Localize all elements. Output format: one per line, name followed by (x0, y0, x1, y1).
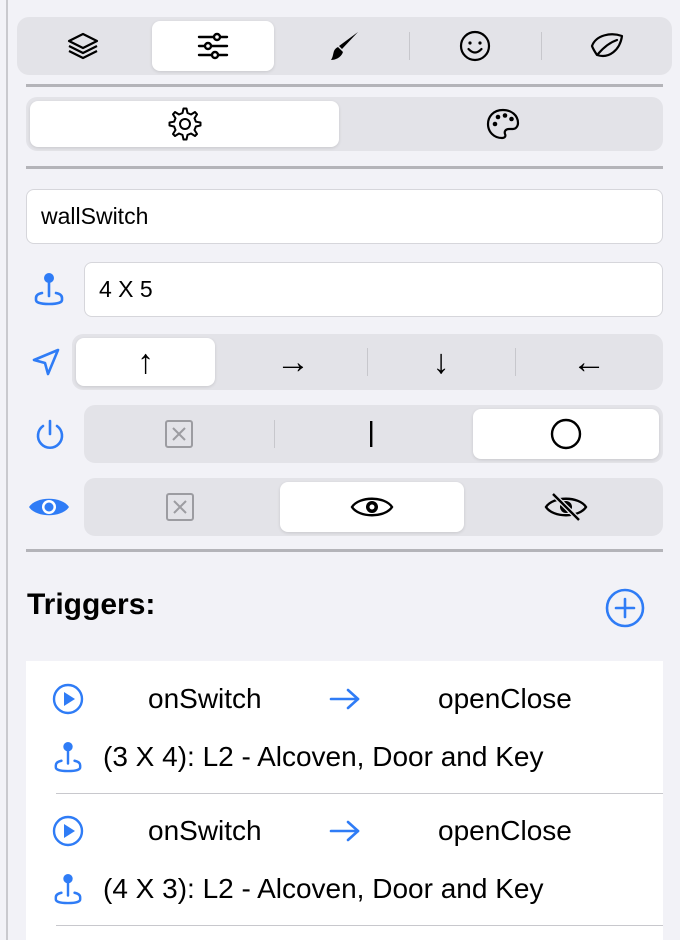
tab-settings[interactable] (30, 101, 339, 147)
power-on-button[interactable] (278, 409, 463, 459)
layers-icon (66, 29, 100, 63)
leaf-icon (589, 29, 625, 63)
arrow-right-icon (328, 819, 362, 843)
eye-slash-icon (544, 491, 588, 523)
power-icon (30, 415, 70, 455)
joystick-icon (28, 268, 70, 310)
row-separator (56, 793, 663, 794)
direction-up-button[interactable]: ↑ (76, 338, 215, 386)
direction-selector: ↑ → ↓ ← (72, 334, 663, 390)
visibility-none-button[interactable] (88, 482, 272, 532)
tab-layers[interactable] (21, 21, 144, 71)
sliders-icon (196, 31, 230, 61)
arrow-right-icon (328, 687, 362, 711)
tab-properties[interactable] (152, 21, 274, 71)
direction-right-label: → (276, 342, 310, 381)
direction-down-label: ↓ (432, 342, 450, 381)
play-icon[interactable] (51, 814, 85, 848)
trigger-row[interactable]: onSwitch openClose (26, 669, 663, 729)
trigger-target: (4 X 3): L2 - Alcoven, Door and Key (103, 873, 544, 904)
tab-emoji[interactable] (412, 21, 537, 71)
power-none-button[interactable] (88, 409, 270, 459)
power-off-icon (549, 417, 583, 451)
segment-separator (274, 420, 275, 448)
tab-appearance[interactable] (282, 21, 407, 71)
trigger-row[interactable]: onSwitch openClose (26, 801, 663, 861)
segment-separator (515, 348, 516, 376)
direction-left-label: ← (572, 342, 606, 381)
triggers-list: onSwitch openClose (3 X 4): L2 - Alcoven… (26, 661, 663, 940)
power-on-icon (368, 419, 374, 449)
triggers-heading: Triggers: (27, 588, 156, 621)
add-trigger-button[interactable] (603, 586, 647, 630)
location-arrow-icon (26, 342, 66, 382)
tab-nature[interactable] (545, 21, 668, 71)
power-off-button[interactable] (473, 409, 659, 459)
sub-tab-bar (26, 97, 663, 151)
row-separator (56, 925, 663, 926)
tab-palette[interactable] (347, 101, 659, 147)
visibility-hidden-button[interactable] (472, 482, 659, 532)
direction-down-button[interactable]: ↓ (371, 338, 511, 386)
divider (26, 166, 663, 169)
power-selector (84, 405, 663, 463)
top-tab-bar (17, 17, 672, 75)
joystick-icon (53, 872, 83, 906)
trigger-target: (3 X 4): L2 - Alcoven, Door and Key (103, 741, 544, 772)
trigger-target-row: (4 X 3): L2 - Alcoven, Door and Key (26, 859, 663, 919)
disabled-box-icon (164, 419, 194, 449)
disabled-box-icon (165, 492, 195, 522)
trigger-event: onSwitch (148, 683, 262, 714)
name-field[interactable]: wallSwitch (26, 189, 663, 244)
tab-separator (409, 32, 410, 60)
joystick-icon (53, 740, 83, 774)
direction-left-button[interactable]: ← (519, 338, 659, 386)
visibility-visible-button[interactable] (280, 482, 464, 532)
name-field-value: wallSwitch (41, 203, 149, 229)
sidebar-divider (6, 0, 8, 940)
smiley-icon (458, 29, 492, 63)
divider (26, 549, 663, 552)
tab-separator (541, 32, 542, 60)
trigger-action: openClose (438, 683, 572, 714)
gear-icon (168, 107, 202, 141)
visibility-selector (84, 478, 663, 536)
paintbrush-icon (328, 29, 362, 63)
eye-icon (26, 487, 72, 527)
position-field-value: 4 X 5 (99, 276, 153, 302)
segment-separator (367, 348, 368, 376)
trigger-target-row: (3 X 4): L2 - Alcoven, Door and Key (26, 727, 663, 787)
eye-visible-icon (350, 493, 394, 521)
plus-circle-icon (604, 587, 646, 629)
trigger-event: onSwitch (148, 815, 262, 846)
palette-icon (485, 107, 521, 141)
divider (26, 84, 663, 87)
position-field[interactable]: 4 X 5 (84, 262, 663, 317)
trigger-action: openClose (438, 815, 572, 846)
direction-up-label: ↑ (137, 342, 154, 381)
direction-right-button[interactable]: → (223, 338, 363, 386)
play-icon[interactable] (51, 682, 85, 716)
